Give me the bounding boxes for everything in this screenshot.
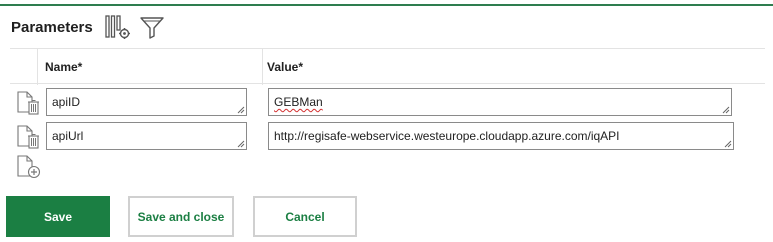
top-divider	[0, 4, 773, 6]
param-name-value: apiID	[52, 95, 81, 109]
resize-grip-icon[interactable]	[236, 139, 245, 148]
column-divider	[37, 49, 38, 85]
section-header: Parameters	[11, 13, 165, 41]
parameters-table: Name* Value* apiID GEBMan apiUrl http://…	[10, 48, 765, 150]
filter-icon[interactable]	[139, 14, 165, 40]
column-divider	[262, 49, 263, 85]
resize-grip-icon[interactable]	[723, 139, 732, 148]
param-name-input[interactable]: apiUrl	[46, 122, 247, 150]
param-value-value: http://regisafe-webservice.westeurope.cl…	[274, 129, 620, 143]
save-and-close-button[interactable]: Save and close	[128, 196, 234, 237]
table-header-row: Name* Value*	[10, 48, 765, 85]
param-name-input[interactable]: apiID	[46, 88, 247, 116]
add-row-icon[interactable]	[16, 155, 42, 179]
table-row: apiID GEBMan	[10, 88, 765, 116]
param-value-input[interactable]: GEBMan	[268, 88, 732, 116]
cancel-button[interactable]: Cancel	[253, 196, 357, 237]
delete-row-icon[interactable]	[16, 125, 42, 149]
param-value-input[interactable]: http://regisafe-webservice.westeurope.cl…	[268, 122, 734, 150]
delete-row-icon[interactable]	[16, 91, 42, 115]
resize-grip-icon[interactable]	[236, 105, 245, 114]
section-title: Parameters	[11, 18, 93, 36]
param-name-value: apiUrl	[52, 129, 84, 143]
table-row: apiUrl http://regisafe-webservice.westeu…	[10, 122, 765, 150]
column-header-name: Name*	[45, 60, 83, 74]
column-header-value: Value*	[267, 60, 304, 74]
param-value-value: GEBMan	[274, 95, 323, 109]
column-settings-icon[interactable]	[105, 14, 131, 40]
resize-grip-icon[interactable]	[721, 105, 730, 114]
save-button[interactable]: Save	[6, 196, 110, 237]
